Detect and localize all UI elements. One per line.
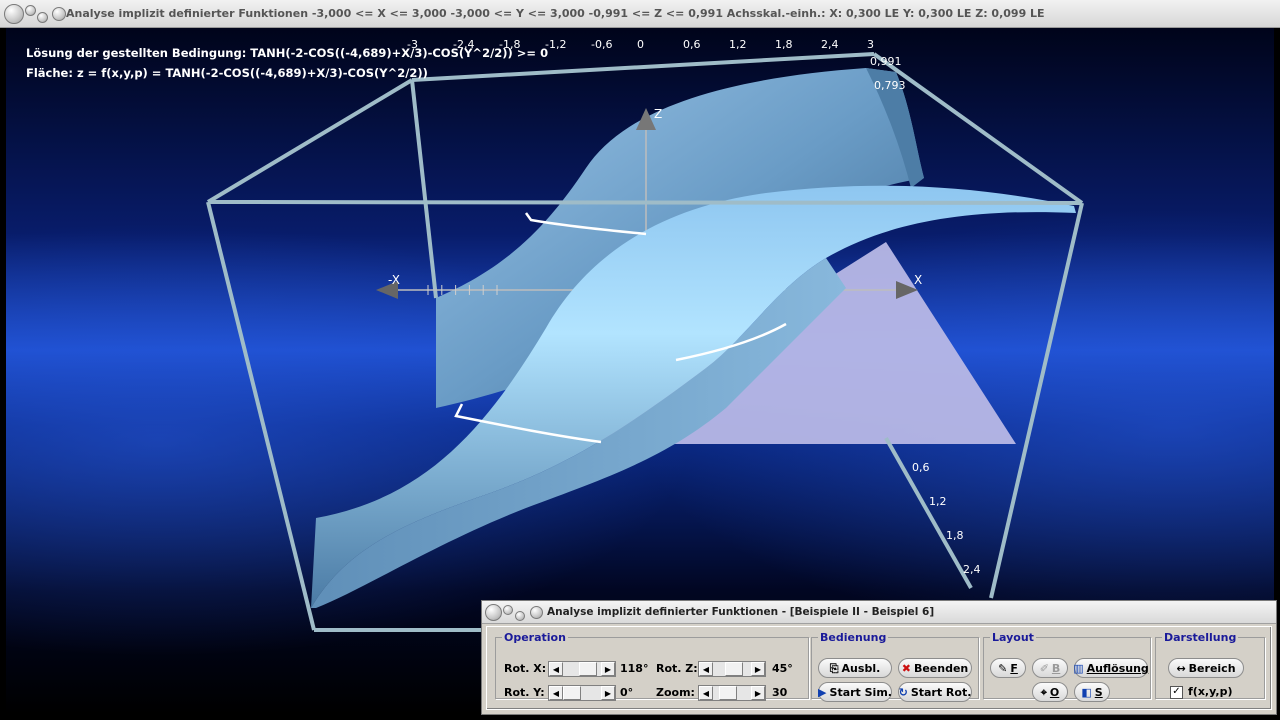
panel-menu-orb-icon[interactable] xyxy=(485,604,502,621)
ausblenden-label: Ausbl. xyxy=(841,661,881,675)
window-menu-orb-icon[interactable] xyxy=(4,4,24,24)
rot-z-thumb[interactable] xyxy=(725,662,743,676)
operation-group: Operation Rot. X: ◀ ▶ 118° Rot. Z: ◀ ▶ 4… xyxy=(495,631,809,701)
zoom-left-arrow-icon[interactable]: ◀ xyxy=(699,686,713,700)
bereich-button[interactable]: ↔ Bereich xyxy=(1168,658,1244,678)
rotate-icon: ↻ xyxy=(898,685,908,699)
darstellung-group: Darstellung ↔ Bereich ✓ f(x,y,p) xyxy=(1155,631,1265,699)
rot-y-left-arrow-icon[interactable]: ◀ xyxy=(549,686,563,700)
start-simulation-button[interactable]: ▶ Start Sim. xyxy=(818,682,892,702)
bedienung-group: Bedienung ⎘ Ausbl. ✖ Beenden ▶ Start Sim… xyxy=(811,631,979,702)
control-panel-titlebar[interactable]: Analyse implizit definierter Funktionen … xyxy=(482,601,1276,624)
layout-group: Layout ✎ F ✐ B ▥ Auflösung ⌖ O ◧ S xyxy=(983,631,1151,702)
beenden-button[interactable]: ✖ Beenden xyxy=(898,658,972,678)
axis-label-neg-x: -X xyxy=(388,273,400,287)
brush-icon: ✐ xyxy=(1039,661,1049,675)
y-tick-label: 1,2 xyxy=(929,495,947,508)
aufloesung-button[interactable]: ▥ Auflösung xyxy=(1073,658,1149,678)
start-rotation-label: Start Rot. xyxy=(910,685,972,699)
rot-z-right-arrow-icon[interactable]: ▶ xyxy=(751,662,765,676)
fxyp-checkbox-label: f(x,y,p) xyxy=(1188,685,1233,698)
close-icon: ✖ xyxy=(901,661,911,675)
start-rotation-button[interactable]: ↻ Start Rot. xyxy=(898,682,972,702)
x-tick-label: 0 xyxy=(637,38,644,51)
panel-maximize-orb-icon[interactable] xyxy=(515,611,525,621)
x-tick-label: -1,2 xyxy=(545,38,566,51)
axis-label-x: X xyxy=(914,273,922,287)
fxyp-checkbox[interactable]: ✓ xyxy=(1170,686,1183,699)
control-panel-body: Operation Rot. X: ◀ ▶ 118° Rot. Z: ◀ ▶ 4… xyxy=(486,626,1272,710)
rot-y-label: Rot. Y: xyxy=(504,686,545,699)
operation-legend: Operation xyxy=(504,631,566,644)
rot-x-value: 118° xyxy=(620,662,649,675)
rot-x-right-arrow-icon[interactable]: ▶ xyxy=(601,662,615,676)
darstellung-legend: Darstellung xyxy=(1164,631,1237,644)
background-button[interactable]: ✐ B xyxy=(1032,658,1068,678)
beenden-label: Beenden xyxy=(913,661,969,675)
origin-label: O xyxy=(1049,685,1060,699)
farbe-label: F xyxy=(1010,661,1018,675)
zoom-thumb[interactable] xyxy=(719,686,737,700)
bedienung-legend: Bedienung xyxy=(820,631,887,644)
ausblenden-button[interactable]: ⎘ Ausbl. xyxy=(818,658,892,678)
aufloesung-label: Auflösung xyxy=(1086,661,1149,675)
rot-z-left-arrow-icon[interactable]: ◀ xyxy=(699,662,713,676)
surface-formula-text: Fläche: z = f(x,y,p) = TANH(-2-COS((-4,6… xyxy=(26,66,428,80)
maximize-orb-icon[interactable] xyxy=(37,12,48,23)
y-tick-labels: 0,6 1,2 1,8 2,4 xyxy=(912,461,981,576)
x-tick-label: 3 xyxy=(867,38,874,51)
rot-y-slider[interactable]: ◀ ▶ xyxy=(548,685,616,701)
window-titlebar: Analyse implizit definierter Funktionen … xyxy=(0,0,1280,28)
rot-y-thumb[interactable] xyxy=(563,686,581,700)
y-tick-label: 2,4 xyxy=(963,563,981,576)
zoom-label: Zoom: xyxy=(656,686,695,699)
rot-x-left-arrow-icon[interactable]: ◀ xyxy=(549,662,563,676)
hide-icon: ⎘ xyxy=(829,661,839,675)
x-tick-label: -0,6 xyxy=(591,38,612,51)
axis-label-z: Z xyxy=(654,107,662,121)
bereich-label: Bereich xyxy=(1188,661,1236,675)
play-icon: ▶ xyxy=(818,685,827,699)
x-tick-label: 2,4 xyxy=(821,38,839,51)
x-tick-label: 1,2 xyxy=(729,38,747,51)
condition-text: Lösung der gestellten Bedingung: TANH(-2… xyxy=(26,46,549,60)
zoom-slider[interactable]: ◀ ▶ xyxy=(698,685,766,701)
layout-legend: Layout xyxy=(992,631,1034,644)
paint-icon: ✎ xyxy=(998,661,1008,675)
z-tick-label: 0,991 xyxy=(870,55,902,68)
zoom-right-arrow-icon[interactable]: ▶ xyxy=(751,686,765,700)
zoom-value: 30 xyxy=(772,686,788,699)
panel-minimize-orb-icon[interactable] xyxy=(503,605,513,615)
z-tick-label: 0,793 xyxy=(874,79,906,92)
x-tick-label: 1,8 xyxy=(775,38,793,51)
background-label: B xyxy=(1051,661,1061,675)
minimize-orb-icon[interactable] xyxy=(25,5,36,16)
start-simulation-label: Start Sim. xyxy=(829,685,892,699)
range-icon: ↔ xyxy=(1176,661,1186,675)
rot-z-label: Rot. Z: xyxy=(656,662,698,675)
rot-z-slider[interactable]: ◀ ▶ xyxy=(698,661,766,677)
schatten-button[interactable]: ◧ S xyxy=(1074,682,1110,702)
schatten-label: S xyxy=(1094,685,1103,699)
rot-x-thumb[interactable] xyxy=(579,662,597,676)
control-panel-window: Analyse implizit definierter Funktionen … xyxy=(481,600,1277,715)
x-tick-label: 0,6 xyxy=(683,38,701,51)
y-tick-label: 0,6 xyxy=(912,461,930,474)
rot-y-value: 0° xyxy=(620,686,634,699)
rot-y-right-arrow-icon[interactable]: ▶ xyxy=(601,686,615,700)
farbe-button[interactable]: ✎ F xyxy=(990,658,1026,678)
rot-z-value: 45° xyxy=(772,662,793,675)
cube-icon: ◧ xyxy=(1081,685,1092,699)
origin-button[interactable]: ⌖ O xyxy=(1032,682,1068,702)
control-panel-title: Analyse implizit definierter Funktionen … xyxy=(547,606,935,618)
crosshair-icon: ⌖ xyxy=(1040,685,1047,699)
grid-icon: ▥ xyxy=(1073,661,1084,675)
rot-x-label: Rot. X: xyxy=(504,662,547,675)
title-orb-icon xyxy=(52,7,66,21)
window-title: Analyse implizit definierter Funktionen … xyxy=(66,7,1045,20)
panel-title-orb-icon xyxy=(530,606,543,619)
y-tick-label: 1,8 xyxy=(946,529,964,542)
rot-x-slider[interactable]: ◀ ▶ xyxy=(548,661,616,677)
